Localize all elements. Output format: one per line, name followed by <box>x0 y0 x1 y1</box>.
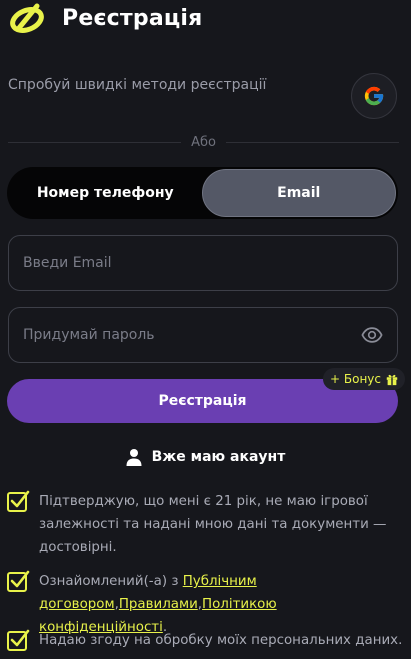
or-label: Або <box>191 134 216 150</box>
logo-mark-icon <box>10 3 44 33</box>
rules-link[interactable]: Правилами <box>119 597 198 612</box>
data-consent-text: Надаю згоду на обробку моїх персональних… <box>39 633 403 648</box>
signup-method-tabs: Номер телефону Email <box>7 167 398 219</box>
divider-line-left <box>8 141 182 143</box>
tab-email[interactable]: Email <box>201 169 396 217</box>
quick-methods-label: Спробуй швидкі методи реєстрації <box>8 77 267 93</box>
bonus-label: + Бонус <box>330 372 381 386</box>
email-field <box>8 235 398 291</box>
consent-checkbox[interactable] <box>6 628 30 652</box>
google-icon <box>364 86 384 106</box>
gift-icon <box>386 374 398 386</box>
email-input[interactable] <box>23 255 383 271</box>
header: Реєстрація <box>8 0 202 36</box>
age-checkbox[interactable] <box>6 489 30 513</box>
show-password-button[interactable] <box>361 324 383 346</box>
eye-icon <box>361 327 383 343</box>
registration-page: Реєстрація Спробуй швидкі методи реєстра… <box>0 0 411 659</box>
page-title: Реєстрація <box>62 5 203 31</box>
password-input[interactable] <box>23 327 361 343</box>
terms-checkbox[interactable] <box>6 569 30 593</box>
google-signin-button[interactable] <box>351 73 397 119</box>
terms-prefix: Ознайомлений(-а) з <box>39 574 183 589</box>
divider-line-right <box>225 141 399 143</box>
tab-phone[interactable]: Номер телефону <box>9 169 202 217</box>
have-account-label: Вже маю акаунт <box>151 449 286 465</box>
data-consent-row: Надаю згоду на обробку моїх персональних… <box>6 629 406 652</box>
user-icon <box>126 449 142 466</box>
age-confirmation-text: Підтверджую, що мені є 21 рік, не маю іг… <box>39 494 387 555</box>
password-field <box>8 307 398 363</box>
or-divider: Або <box>8 134 399 150</box>
age-confirmation-row: Підтверджую, що мені є 21 рік, не маю іг… <box>6 490 406 559</box>
bonus-badge: + Бонус <box>323 368 405 390</box>
have-account-link[interactable]: Вже маю акаунт <box>0 445 411 469</box>
